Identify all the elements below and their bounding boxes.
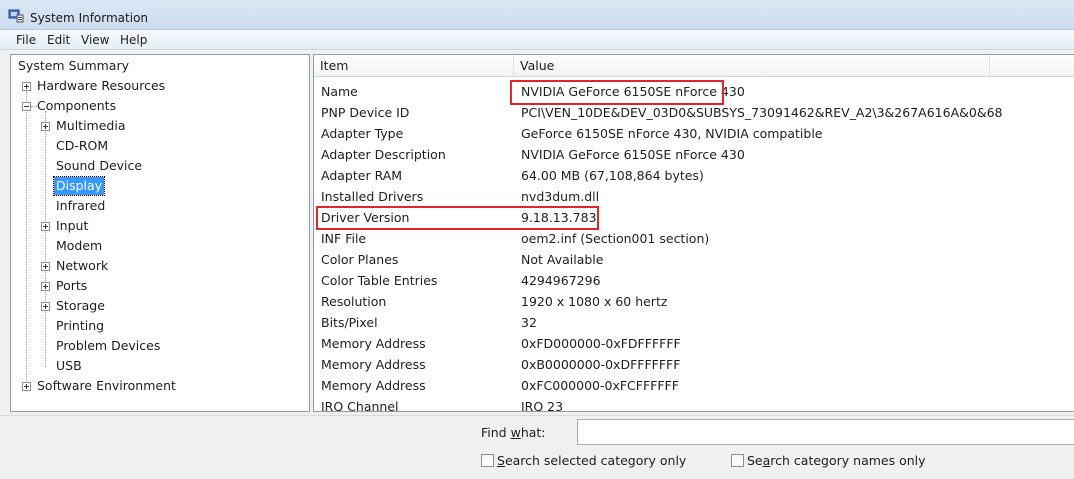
list-row[interactable]: Adapter Type GeForce 6150SE nForce 430, N… <box>314 123 1074 144</box>
row-item: Name <box>321 84 358 99</box>
expand-storage-icon[interactable] <box>41 302 50 311</box>
tree-item-software-environment[interactable]: Software Environment <box>35 377 178 395</box>
row-value: 0xFC000000-0xFCFFFFFF <box>521 378 679 393</box>
column-header-item[interactable]: Item <box>314 55 514 77</box>
row-value: GeForce 6150SE nForce 430, NVIDIA compat… <box>521 126 823 141</box>
column-header-value[interactable]: Value <box>514 55 990 77</box>
list-row[interactable]: Memory Address 0xB0000000-0xDFFFFFFF <box>314 354 1074 375</box>
row-item: IRQ Channel <box>321 399 399 412</box>
row-value: 32 <box>521 315 537 330</box>
expand-multimedia-icon[interactable] <box>41 122 50 131</box>
tree-item-ports[interactable]: Ports <box>54 277 89 295</box>
row-item: Bits/Pixel <box>321 315 378 330</box>
expand-ports-icon[interactable] <box>41 282 50 291</box>
search-selected-category-checkbox[interactable] <box>481 454 494 467</box>
tree-item-display[interactable]: Display <box>52 176 106 196</box>
row-item: INF File <box>321 231 367 246</box>
list-row[interactable]: Adapter RAM 64.00 MB (67,108,864 bytes) <box>314 165 1074 186</box>
find-panel: Find what: Search selected category only… <box>0 415 1074 479</box>
row-value: 4294967296 <box>521 273 601 288</box>
tree-item-multimedia[interactable]: Multimedia <box>54 117 128 135</box>
tree-item-cd-rom[interactable]: CD-ROM <box>54 137 110 155</box>
menu-file[interactable]: File <box>14 32 38 48</box>
row-item: Memory Address <box>321 336 426 351</box>
row-item: Installed Drivers <box>321 189 424 204</box>
row-item: Color Table Entries <box>321 273 438 288</box>
row-item: Adapter Type <box>321 126 404 141</box>
list-row[interactable]: Installed Drivers nvd3dum.dll <box>314 186 1074 207</box>
expand-software-environment-icon[interactable] <box>22 382 31 391</box>
row-value: 0xFD000000-0xFDFFFFFF <box>521 336 681 351</box>
search-selected-category-label[interactable]: Search selected category only <box>497 453 686 468</box>
row-item: PNP Device ID <box>321 105 410 120</box>
list-row[interactable]: Color Table Entries 4294967296 <box>314 270 1074 291</box>
list-row[interactable]: Memory Address 0xFD000000-0xFDFFFFFF <box>314 333 1074 354</box>
row-value: 0xB0000000-0xDFFFFFFF <box>521 357 681 372</box>
tree-item-printing[interactable]: Printing <box>54 317 106 335</box>
search-category-names-checkbox[interactable] <box>731 454 744 467</box>
row-item: Adapter RAM <box>321 168 403 183</box>
menu-view[interactable]: View <box>79 32 111 48</box>
tree-connector <box>26 91 27 381</box>
highlight-box-name-value <box>510 80 724 105</box>
row-value: 1920 x 1080 x 60 hertz <box>521 294 668 309</box>
search-category-names-label[interactable]: Search category names only <box>747 453 926 468</box>
menu-edit[interactable]: Edit <box>45 32 72 48</box>
row-item: Color Planes <box>321 252 399 267</box>
row-value: 64.00 MB (67,108,864 bytes) <box>521 168 704 183</box>
tree-item-system-summary[interactable]: System Summary <box>16 57 131 75</box>
find-what-input[interactable] <box>577 419 1074 445</box>
system-information-icon <box>8 9 24 23</box>
list-row[interactable]: Resolution 1920 x 1080 x 60 hertz <box>314 291 1074 312</box>
list-header: Item Value <box>314 55 1074 77</box>
tree-item-storage[interactable]: Storage <box>54 297 107 315</box>
expand-hardware-resources-icon[interactable] <box>22 82 31 91</box>
collapse-components-icon[interactable] <box>22 102 31 111</box>
tree-item-network[interactable]: Network <box>54 257 110 275</box>
tree-item-problem-devices[interactable]: Problem Devices <box>54 337 162 355</box>
details-list[interactable]: Item Value Name NVIDIA GeForce 6150SE nFo… <box>313 54 1074 412</box>
row-value: IRQ 23 <box>521 399 564 412</box>
category-tree[interactable]: System Summary Hardware Resources Compon… <box>10 54 310 412</box>
list-row[interactable]: INF File oem2.inf (Section001 section) <box>314 228 1074 249</box>
row-item: Resolution <box>321 294 387 309</box>
list-row[interactable]: IRQ Channel IRQ 23 <box>314 396 1074 412</box>
menu-bar: File Edit View Help <box>0 30 1074 50</box>
highlight-box-driver-version <box>316 206 599 230</box>
menu-help[interactable]: Help <box>118 32 149 48</box>
tree-item-components[interactable]: Components <box>35 97 118 115</box>
list-row[interactable]: Memory Address 0xFC000000-0xFCFFFFFF <box>314 375 1074 396</box>
tree-item-input[interactable]: Input <box>54 217 90 235</box>
row-value: PCI\VEN_10DE&DEV_03D0&SUBSYS_73091462&RE… <box>521 105 1003 120</box>
row-item: Memory Address <box>321 378 426 393</box>
window-title: System Information <box>30 11 149 25</box>
list-row[interactable]: Bits/Pixel 32 <box>314 312 1074 333</box>
find-what-label: Find what: <box>481 425 546 440</box>
tree-item-modem[interactable]: Modem <box>54 237 104 255</box>
row-value: oem2.inf (Section001 section) <box>521 231 710 246</box>
row-item: Adapter Description <box>321 147 446 162</box>
main-content: System Summary Hardware Resources Compon… <box>0 50 1074 415</box>
expand-network-icon[interactable] <box>41 262 50 271</box>
row-value: Not Available <box>521 252 604 267</box>
title-bar: System Information <box>0 0 1074 30</box>
tree-item-usb[interactable]: USB <box>54 357 84 375</box>
tree-item-sound-device[interactable]: Sound Device <box>54 157 144 175</box>
tree-item-infrared[interactable]: Infrared <box>54 197 107 215</box>
list-row[interactable]: Color Planes Not Available <box>314 249 1074 270</box>
expand-input-icon[interactable] <box>41 222 50 231</box>
list-row[interactable]: Adapter Description NVIDIA GeForce 6150SE… <box>314 144 1074 165</box>
tree-connector <box>45 111 46 367</box>
row-value: nvd3dum.dll <box>521 189 600 204</box>
list-row[interactable]: PNP Device ID PCI\VEN_10DE&DEV_03D0&SUBSY… <box>314 102 1074 123</box>
row-item: Memory Address <box>321 357 426 372</box>
row-value: NVIDIA GeForce 6150SE nForce 430 <box>521 147 745 162</box>
tree-item-hardware-resources[interactable]: Hardware Resources <box>35 77 167 95</box>
